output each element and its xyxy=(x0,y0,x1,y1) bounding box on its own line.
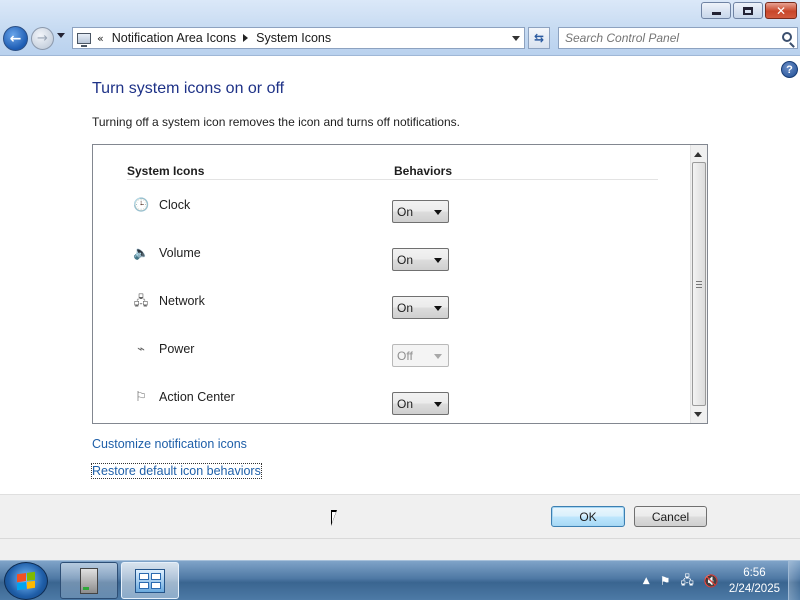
dialog-footer: OK Cancel xyxy=(0,494,800,538)
minimize-icon xyxy=(711,12,721,15)
chevron-down-icon xyxy=(434,354,442,359)
grip-icon xyxy=(696,281,702,288)
network-icon: 🖧 xyxy=(133,294,149,309)
header-divider xyxy=(127,179,658,180)
help-button[interactable]: ? xyxy=(781,61,798,78)
address-overflow-chevron[interactable]: « xyxy=(97,32,104,45)
taskbar-control-panel[interactable] xyxy=(121,562,179,599)
control-panel-icon xyxy=(135,568,165,593)
back-button[interactable]: ← xyxy=(3,26,28,51)
back-arrow-icon: ← xyxy=(9,30,22,47)
restore-default-behaviors-link[interactable]: Restore default icon behaviors xyxy=(91,463,262,479)
volume-muted-icon[interactable]: 🔇 xyxy=(704,574,719,588)
volume-behavior-value: On xyxy=(397,252,414,267)
status-bar xyxy=(0,538,800,560)
chevron-down-icon xyxy=(434,210,442,215)
search-box[interactable] xyxy=(558,27,798,49)
refresh-button[interactable]: ⇆ xyxy=(528,27,550,49)
page-description: Turning off a system icon removes the ic… xyxy=(92,115,460,129)
ok-button[interactable]: OK xyxy=(551,506,625,527)
windows-logo-icon xyxy=(17,571,35,591)
power-behavior-value: Off xyxy=(397,348,413,363)
clock-icon: 🕒 xyxy=(133,198,150,213)
vertical-scrollbar[interactable] xyxy=(690,145,707,423)
mouse-cursor-icon xyxy=(331,510,337,526)
chevron-down-icon xyxy=(434,306,442,311)
refresh-icon: ⇆ xyxy=(533,31,545,45)
title-bar: ✕ ← → « Notification Area Icons System I… xyxy=(0,0,800,56)
power-icon: ⌁ xyxy=(137,342,145,357)
row-label-network: Network xyxy=(159,294,205,308)
breadcrumb-notification-area-icons[interactable]: Notification Area Icons xyxy=(112,31,236,45)
taskbar: ▲ ⚑ 🖧 🔇 6:56 2/24/2025 xyxy=(0,560,800,600)
network-behavior-value: On xyxy=(397,300,414,315)
row-label-action-center: Action Center xyxy=(159,390,235,404)
power-behavior-select: Off xyxy=(392,344,449,367)
chevron-down-icon xyxy=(434,402,442,407)
volume-behavior-select[interactable]: On xyxy=(392,248,449,271)
breadcrumb-separator-icon[interactable] xyxy=(243,34,249,42)
volume-icon: 🔈 xyxy=(133,246,150,261)
scroll-up-icon[interactable] xyxy=(694,152,702,157)
cancel-button[interactable]: Cancel xyxy=(634,506,707,527)
help-icon: ? xyxy=(786,63,793,76)
row-label-volume: Volume xyxy=(159,246,201,260)
taskbar-server-manager[interactable] xyxy=(60,562,118,599)
forward-arrow-icon: → xyxy=(37,31,48,46)
restore-icon xyxy=(743,6,753,15)
column-header-behaviors: Behaviors xyxy=(394,164,453,178)
clock-behavior-select[interactable]: On xyxy=(392,200,449,223)
chevron-down-icon xyxy=(434,258,442,263)
system-icons-list: System Icons Behaviors 🕒 Clock On 🔈 Volu… xyxy=(92,144,708,424)
scroll-down-icon[interactable] xyxy=(694,412,702,417)
system-clock[interactable]: 6:56 2/24/2025 xyxy=(729,565,780,597)
close-icon: ✕ xyxy=(775,3,787,18)
network-icon[interactable]: 🖧 xyxy=(680,571,693,592)
forward-button[interactable]: → xyxy=(31,27,54,50)
action-center-behavior-value: On xyxy=(397,396,414,411)
row-label-power: Power xyxy=(159,342,195,356)
row-label-clock: Clock xyxy=(159,198,191,212)
column-header-system-icons: System Icons xyxy=(127,164,205,178)
minimize-button[interactable] xyxy=(701,2,731,19)
clock-date: 2/24/2025 xyxy=(728,583,780,595)
action-center-flag-icon[interactable]: ⚑ xyxy=(660,574,671,588)
show-hidden-icons-icon[interactable]: ▲ xyxy=(643,576,650,586)
notification-area: ▲ ⚑ 🖧 🔇 6:56 2/24/2025 xyxy=(643,561,800,600)
restore-button[interactable] xyxy=(733,2,763,19)
clock-time: 6:56 xyxy=(743,567,766,579)
control-panel-icon xyxy=(77,32,91,47)
network-behavior-select[interactable]: On xyxy=(392,296,449,319)
close-button[interactable]: ✕ xyxy=(765,2,797,19)
search-input[interactable] xyxy=(565,31,775,45)
scrollbar-thumb[interactable] xyxy=(692,162,706,406)
customize-notification-icons-link[interactable]: Customize notification icons xyxy=(92,437,247,451)
action-center-behavior-select[interactable]: On xyxy=(392,392,449,415)
window-controls: ✕ xyxy=(701,2,797,19)
address-dropdown-icon[interactable] xyxy=(512,36,520,41)
page-title: Turn system icons on or off xyxy=(92,80,285,97)
address-bar[interactable]: « Notification Area Icons System Icons xyxy=(72,27,525,49)
clock-behavior-value: On xyxy=(397,204,414,219)
server-manager-icon xyxy=(80,567,98,594)
show-desktop-button[interactable] xyxy=(788,561,800,600)
breadcrumb-system-icons[interactable]: System Icons xyxy=(256,31,331,45)
search-icon[interactable] xyxy=(782,32,792,42)
start-button[interactable] xyxy=(4,562,48,600)
flag-icon: ⚐ xyxy=(135,390,147,405)
recent-pages-dropdown[interactable] xyxy=(57,33,65,38)
